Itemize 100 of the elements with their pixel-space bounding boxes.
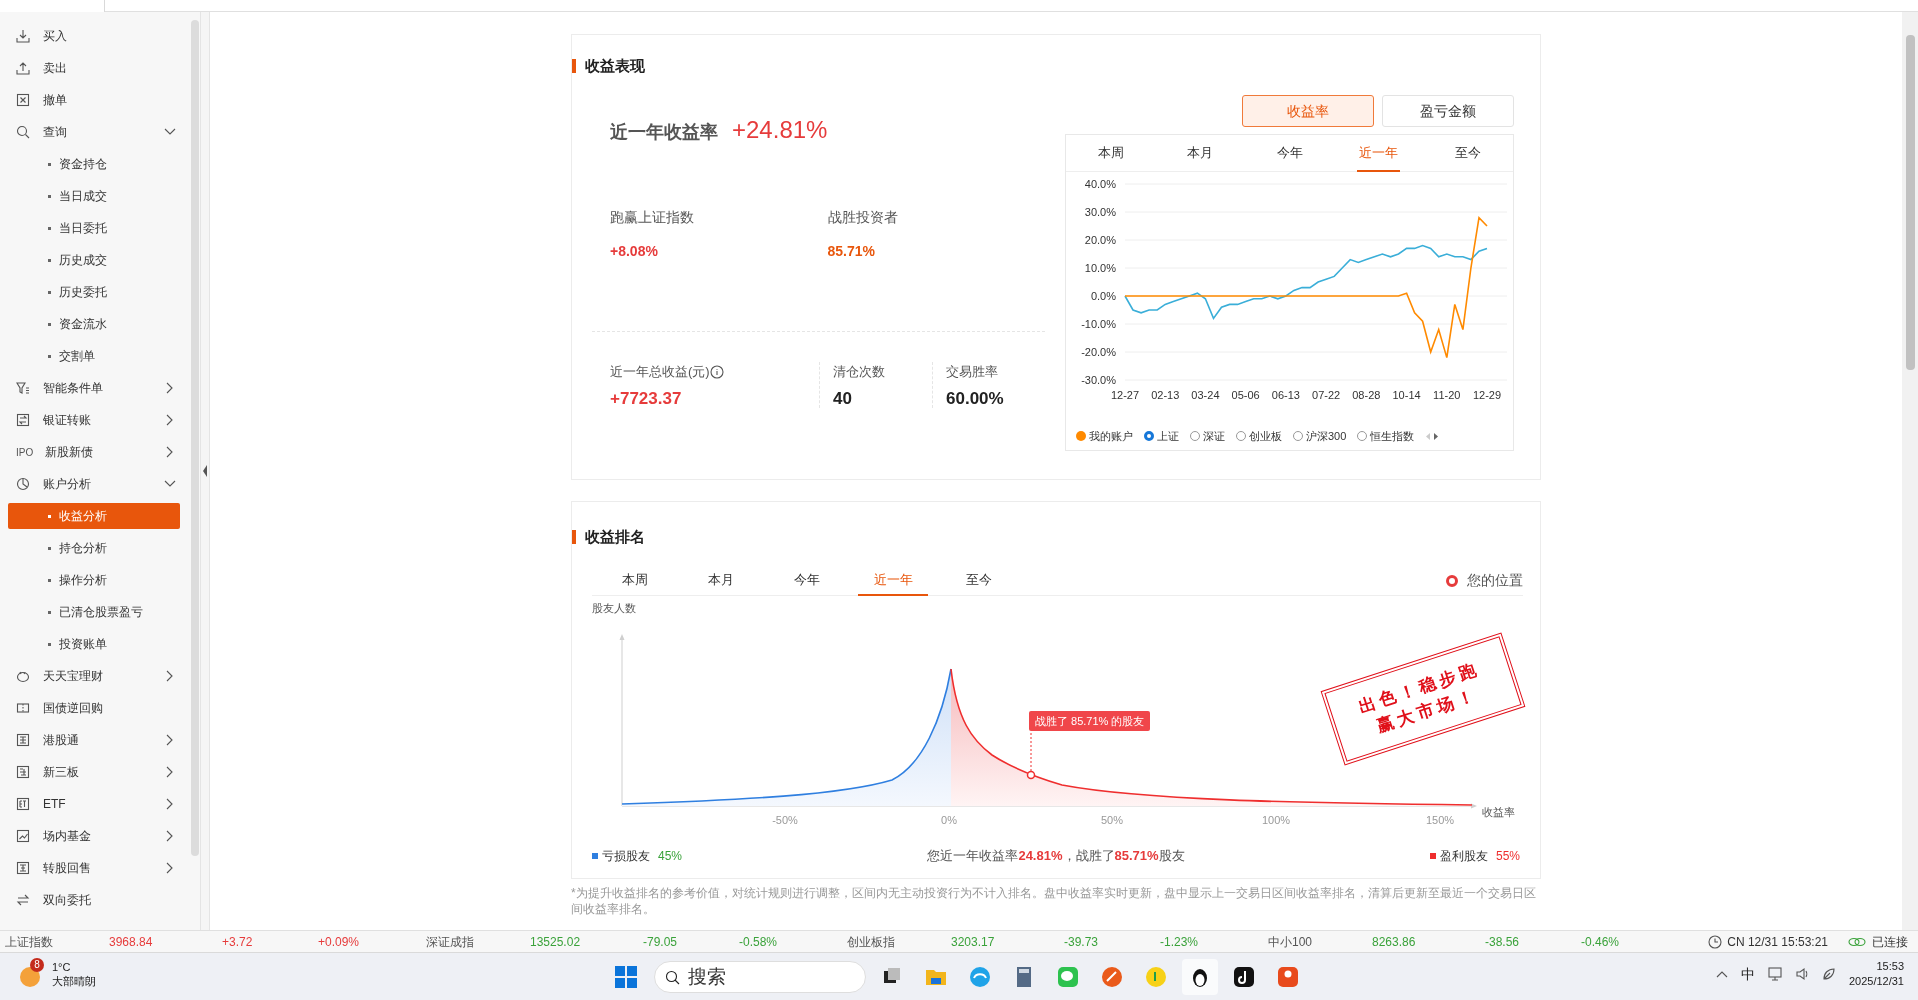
system-clock[interactable]: 15:53 2025/12/31 [1848,959,1904,989]
stat-value: +8.08% [610,242,659,261]
x-tick-label: 05-06 [1231,389,1260,401]
sidebar-subitem[interactable]: 持仓分析 [8,535,180,561]
collapse-handle-icon[interactable] [203,465,207,477]
index-value: 3968.84 [109,933,154,951]
index-change-percent: +0.09% [318,933,361,951]
sidebar-item[interactable]: 买入 [0,20,190,52]
period-tab[interactable]: 本周 [1095,135,1126,172]
sidebar-item[interactable]: 港股通 [0,724,190,756]
sidebar-subitem[interactable]: 当日成交 [8,183,180,209]
sidebar-subitem[interactable]: 历史成交 [8,247,180,273]
index-name: 创业板指 [847,933,896,951]
period-tab[interactable]: 近一年 [1357,135,1401,172]
x-tick-label: 11-20 [1433,389,1461,401]
sidebar-item[interactable]: 场内基金 [0,820,190,852]
sidebar-subitem[interactable]: 已清仓股票盈亏 [8,599,180,625]
music-app-icon[interactable] [1144,965,1168,989]
x-tick-label: 150% [1425,814,1455,826]
stat-value: 40 [833,388,853,410]
axis-title: 股友人数 [592,601,636,616]
swap-arrows-icon [16,893,30,907]
monitor-icon[interactable] [1766,966,1783,982]
x-tick-label: 10-14 [1392,389,1421,401]
legend-item[interactable]: 深证 [1190,427,1225,445]
trading-app-icon[interactable] [1276,965,1300,989]
start-icon[interactable] [614,965,638,989]
sidebar-subitem[interactable]: 投资账单 [8,631,180,657]
period-tab[interactable]: 至今 [1453,135,1484,172]
index-value: 3203.17 [951,933,996,951]
x-tick-label: -50% [772,814,798,826]
y-tick-label: 30.0% [1084,206,1116,218]
sidebar-item[interactable]: 国债逆回购 [0,692,190,724]
info-icon[interactable] [709,365,724,379]
sidebar-subitem[interactable]: 历史委托 [8,279,180,305]
status-time: CN 12/31 15:53:21 [1727,933,1828,951]
sidebar-item[interactable]: 账户分析 [0,468,190,500]
leaf-icon[interactable] [1820,966,1837,982]
period-tab[interactable]: 今年 [1274,135,1305,172]
sidebar-subitem[interactable]: 资金流水 [8,311,180,337]
tooltip: 战胜了 85.71% 的股友 [1029,711,1151,731]
title-marker [572,59,576,73]
position-marker [1026,770,1036,780]
stat-label: 近一年总收益(元) [610,363,710,382]
y-tick-label: -20.0% [1081,346,1116,358]
sidebar-item[interactable]: 查询 [0,116,190,148]
sidebar-subitem[interactable]: 当日委托 [8,215,180,241]
speaker-icon[interactable] [1794,966,1809,982]
sidebar-item[interactable]: IPO 新股新债 [0,436,190,468]
sidebar-item[interactable]: 撤单 [0,84,190,116]
legend-item[interactable]: 创业板 [1236,427,1282,445]
legend-label: 盈利股友 [1439,847,1488,865]
period-tab[interactable]: 本月 [686,565,756,596]
legend-value: 45% [658,847,683,865]
boxed-glyph-icon [16,797,30,811]
scrollbar-thumb[interactable] [191,20,199,856]
weather-icon [20,967,40,987]
position-marker-icon [1446,574,1458,587]
legend-value: 55% [1495,847,1520,865]
period-tab[interactable]: 至今 [944,565,1014,596]
scrollbar-thumb[interactable] [1905,35,1915,370]
ticket-icon [16,701,30,715]
legend-item[interactable]: 上证 [1144,427,1179,445]
x-tick-label: 07-22 [1312,389,1341,401]
legend-item[interactable]: 恒生指数 [1357,427,1415,445]
sidebar-subitem[interactable]: 收益分析 [8,503,180,529]
sidebar-item[interactable]: ETF [0,788,190,820]
upload-icon [16,61,30,75]
video-app-icon[interactable] [1232,965,1256,989]
period-tab[interactable]: 本月 [1185,135,1216,172]
sidebar-item[interactable]: 卖出 [0,52,190,84]
index-value: 8263.86 [1372,933,1417,951]
weather-widget[interactable]: 8 1°C 大部晴朗 [18,960,96,988]
y-tick-label: 40.0% [1084,178,1116,190]
sidebar-item[interactable]: 转股回售 [0,852,190,884]
stat-label: 跑赢上证指数 [610,208,695,227]
metric-toggle[interactable]: 盈亏金额 [1382,95,1514,127]
sidebar-item[interactable]: 双向委托 [0,884,190,916]
search-icon [16,125,30,139]
legend-item[interactable]: 我的账户 [1076,427,1133,445]
period-tab[interactable]: 本周 [600,565,670,596]
period-tab[interactable]: 近一年 [858,565,928,596]
chevron-up-icon[interactable] [1714,969,1729,979]
legend-item[interactable]: 沪深300 [1293,427,1347,445]
sidebar-item[interactable]: 智能条件单 [0,372,190,404]
ime-indicator[interactable]: 中 [1740,963,1755,985]
connection-status: 已连接 [1872,933,1908,951]
sidebar-item[interactable]: 银证转账 [0,404,190,436]
sidebar-subitem[interactable]: 资金持仓 [8,151,180,177]
period-tab[interactable]: 今年 [772,565,842,596]
chat-app-icon[interactable] [1056,965,1080,989]
sidebar-item[interactable]: 新三板 [0,756,190,788]
sidebar-subitem[interactable]: 操作分析 [8,567,180,593]
stat-value: 60.00% [946,388,1005,410]
sidebar-subitem[interactable]: 交割单 [8,343,180,369]
sidebar-item[interactable]: 天天宝理财 [0,660,190,692]
x-tick-label: 0% [941,814,957,826]
search-field[interactable]: 搜索 [654,961,866,993]
legend-paging-icon[interactable] [1425,431,1440,441]
browser-icon[interactable] [968,965,992,989]
